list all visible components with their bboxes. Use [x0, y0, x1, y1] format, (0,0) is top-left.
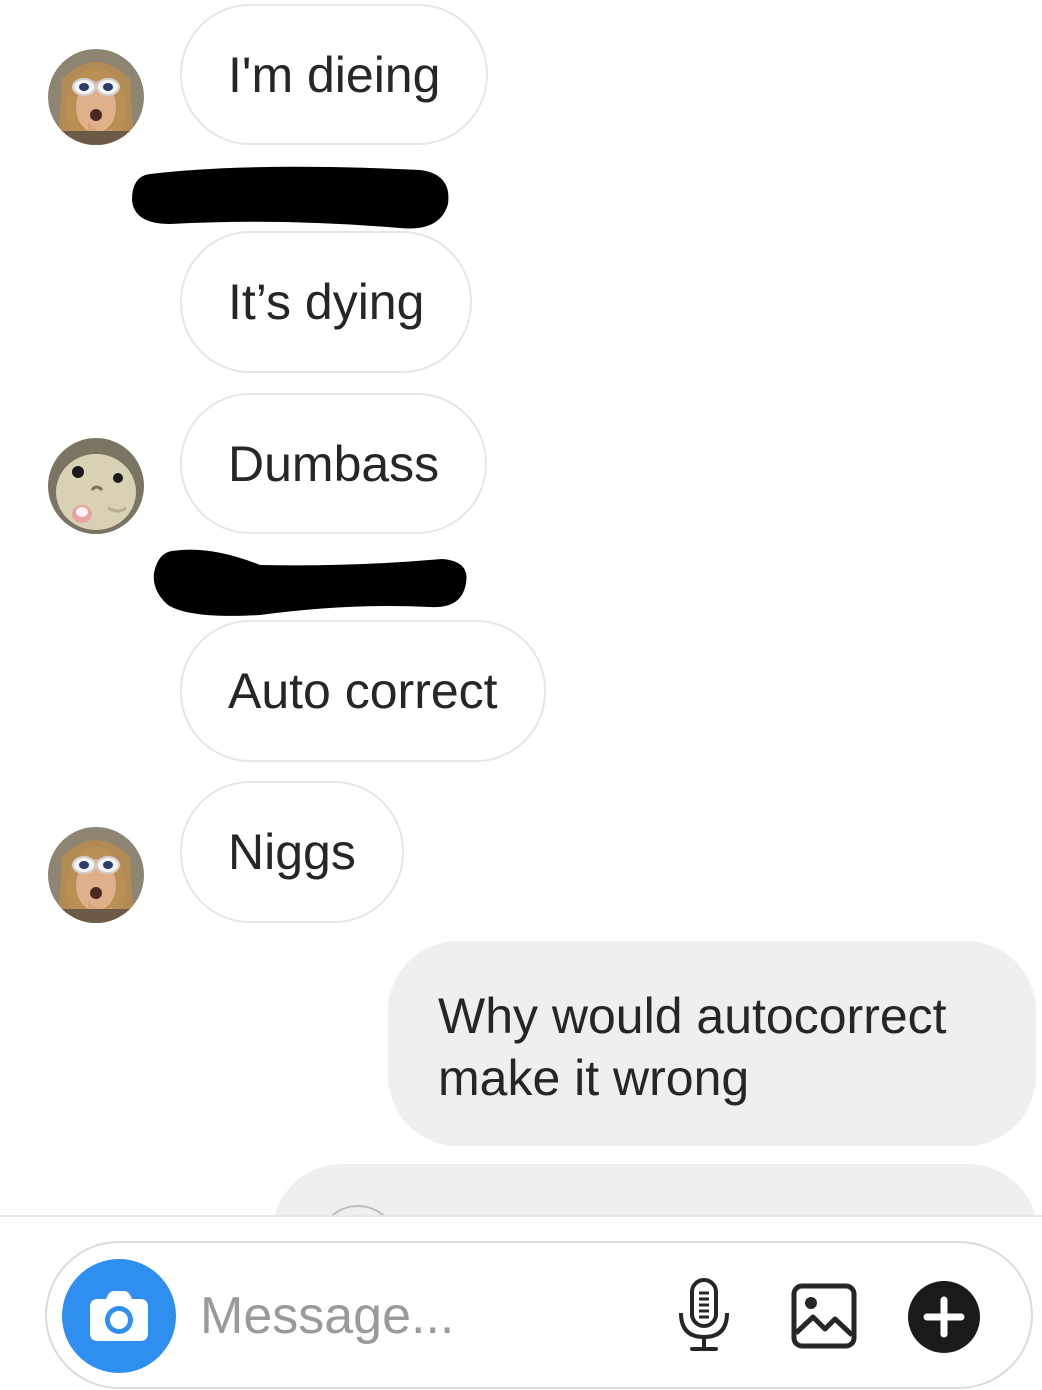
message-text: Niggs: [228, 824, 356, 880]
camera-icon: [90, 1291, 148, 1341]
message-text: It’s dying: [228, 274, 425, 330]
redaction-mark: [132, 166, 449, 229]
plus-icon: [908, 1281, 980, 1353]
message-bubble[interactable]: Auto correct: [180, 620, 546, 762]
sender-avatar-2[interactable]: [48, 438, 144, 534]
gallery-button[interactable]: [790, 1282, 858, 1350]
message-text: I'm dieing: [228, 46, 441, 103]
message-text: Auto correct: [228, 663, 498, 719]
outgoing-message-bubble[interactable]: Why would autocorrect make it wrong: [388, 941, 1036, 1146]
microphone-icon: [679, 1278, 729, 1351]
sender-avatar-1[interactable]: [48, 49, 144, 145]
message-bubble[interactable]: It’s dying: [180, 231, 473, 373]
image-icon: [791, 1283, 857, 1349]
microphone-button[interactable]: [672, 1276, 736, 1354]
message-bubble[interactable]: Niggs: [180, 781, 404, 923]
camera-button[interactable]: [62, 1259, 176, 1373]
message-bubble[interactable]: Dumbass: [180, 393, 488, 534]
sender-avatar-1[interactable]: [48, 827, 144, 923]
redaction-mark: [153, 549, 467, 616]
message-input[interactable]: [200, 1278, 630, 1354]
partial-message-bubble[interactable]: [272, 1164, 1038, 1215]
message-text: Dumbass: [228, 435, 440, 492]
message-bubble[interactable]: I'm dieing: [180, 4, 489, 145]
add-button[interactable]: [907, 1280, 981, 1354]
message-text: Why would autocorrect make it wrong: [438, 988, 947, 1106]
message-thread[interactable]: I'm dieing It’s dying Dumbass Auto corre…: [0, 0, 1042, 1215]
